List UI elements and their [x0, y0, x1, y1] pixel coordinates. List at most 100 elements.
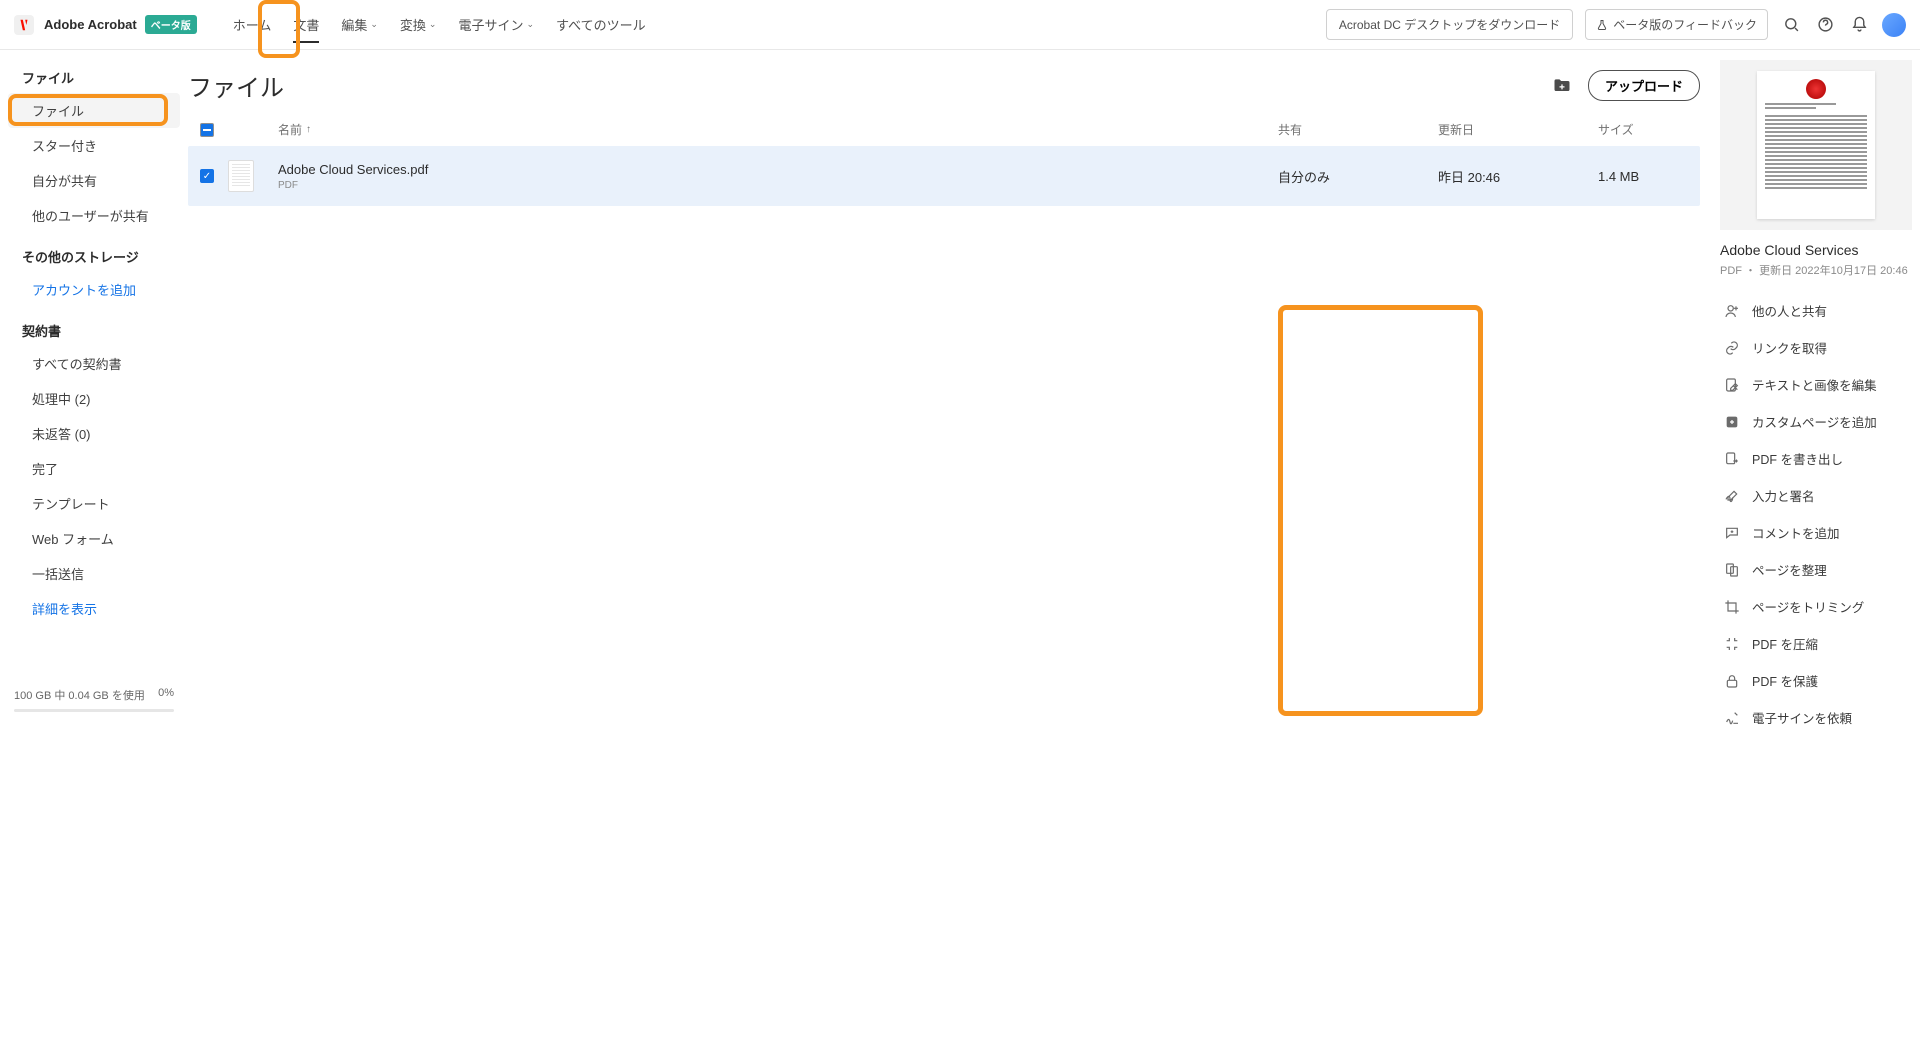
sidebar-section-files: ファイル: [0, 68, 188, 93]
app-name: Adobe Acrobat: [44, 17, 137, 32]
action-label: カスタムページを追加: [1752, 412, 1877, 431]
sidebar: ファイル ファイル スター付き 自分が共有 他のユーザーが共有 その他のストレー…: [0, 50, 188, 730]
crop-icon: [1724, 599, 1740, 615]
search-icon[interactable]: [1780, 14, 1802, 36]
tab-convert[interactable]: 変換⌄: [400, 0, 437, 49]
tab-convert-label: 変換: [400, 15, 426, 34]
tab-edit[interactable]: 編集⌄: [341, 0, 378, 49]
sidebar-section-other-storage: その他のストレージ: [0, 247, 188, 272]
bell-icon[interactable]: [1848, 14, 1870, 36]
tab-home[interactable]: ホーム: [233, 0, 272, 49]
action-add-custom-page[interactable]: カスタムページを追加: [1720, 403, 1914, 440]
file-date: 昨日 20:46: [1438, 167, 1598, 186]
action-fill-sign[interactable]: 入力と署名: [1720, 477, 1914, 514]
details-meta: PDF ・ 更新日 2022年10月17日 20:46: [1720, 262, 1914, 278]
tab-edit-label: 編集: [341, 15, 367, 34]
main-content: ファイル アップロード 名前 ↑ 共有 更新日 サイズ ✓: [188, 50, 1710, 730]
sidebar-item-waiting[interactable]: 未返答 (0): [0, 416, 188, 451]
action-add-comment[interactable]: コメントを追加: [1720, 514, 1914, 551]
select-all-checkbox[interactable]: [200, 123, 214, 137]
download-desktop-button[interactable]: Acrobat DC デスクトップをダウンロード: [1326, 9, 1573, 40]
action-label: PDF を書き出し: [1752, 449, 1843, 468]
sign-icon: [1724, 488, 1740, 504]
comment-icon: [1724, 525, 1740, 541]
action-get-link[interactable]: リンクを取得: [1720, 329, 1914, 366]
sidebar-item-shared-by-others[interactable]: 他のユーザーが共有: [0, 198, 188, 233]
sidebar-item-all-agreements[interactable]: すべての契約書: [0, 346, 188, 381]
lock-icon: [1724, 673, 1740, 689]
page-title: ファイル: [188, 68, 284, 103]
action-label: PDF を圧縮: [1752, 634, 1818, 653]
sidebar-item-starred[interactable]: スター付き: [0, 128, 188, 163]
sidebar-section-agreements: 契約書: [0, 321, 188, 346]
col-date[interactable]: 更新日: [1438, 121, 1598, 138]
action-label: 入力と署名: [1752, 486, 1815, 505]
file-name: Adobe Cloud Services.pdf: [278, 162, 1278, 177]
feedback-label: ベータ版のフィードバック: [1613, 16, 1757, 33]
tab-esign[interactable]: 電子サイン⌄: [458, 0, 534, 49]
sidebar-item-web-forms[interactable]: Web フォーム: [0, 521, 188, 556]
sidebar-item-templates[interactable]: テンプレート: [0, 486, 188, 521]
storage-bar: [14, 709, 174, 712]
file-table: 名前 ↑ 共有 更新日 サイズ ✓ Adobe Cloud Services.p…: [188, 113, 1700, 206]
export-icon: [1724, 451, 1740, 467]
sidebar-item-bulk-send[interactable]: 一括送信: [0, 556, 188, 591]
person-plus-icon: [1724, 303, 1740, 319]
sidebar-item-files[interactable]: ファイル: [8, 93, 180, 128]
action-organize-pages[interactable]: ページを整理: [1720, 551, 1914, 588]
file-thumbnail-icon: [228, 160, 254, 192]
beta-feedback-button[interactable]: ベータ版のフィードバック: [1585, 9, 1768, 40]
avatar[interactable]: [1882, 13, 1906, 37]
upload-button[interactable]: アップロード: [1588, 70, 1700, 101]
chevron-down-icon: ⌄: [526, 19, 534, 30]
col-name-label: 名前: [278, 121, 302, 138]
col-size[interactable]: サイズ: [1598, 121, 1688, 138]
help-icon[interactable]: [1814, 14, 1836, 36]
action-label: ページを整理: [1752, 560, 1827, 579]
beta-badge: ベータ版: [145, 15, 197, 34]
tab-all-tools[interactable]: すべてのツール: [556, 0, 646, 49]
action-label: 他の人と共有: [1752, 301, 1827, 320]
details-panel: Adobe Cloud Services PDF ・ 更新日 2022年10月1…: [1710, 50, 1920, 730]
new-folder-icon[interactable]: [1552, 76, 1572, 96]
nav-right: Acrobat DC デスクトップをダウンロード ベータ版のフィードバック: [1326, 9, 1906, 40]
action-edit-text-images[interactable]: テキストと画像を編集: [1720, 366, 1914, 403]
action-compress-pdf[interactable]: PDF を圧縮: [1720, 625, 1914, 662]
sidebar-item-completed[interactable]: 完了: [0, 451, 188, 486]
action-label: ページをトリミング: [1752, 597, 1864, 616]
action-label: リンクを取得: [1752, 338, 1827, 357]
link-icon: [1724, 340, 1740, 356]
storage-text: 100 GB 中 0.04 GB を使用: [14, 687, 145, 703]
row-checkbox[interactable]: ✓: [200, 169, 214, 183]
action-export-pdf[interactable]: PDF を書き出し: [1720, 440, 1914, 477]
top-nav: Adobe Acrobat ベータ版 ホーム 文書 編集⌄ 変換⌄ 電子サイン⌄…: [0, 0, 1920, 50]
col-name[interactable]: 名前 ↑: [278, 121, 1278, 138]
preview-thumbnail[interactable]: [1720, 60, 1912, 230]
edit-page-icon: [1724, 377, 1740, 393]
nav-tabs: ホーム 文書 編集⌄ 変換⌄ 電子サイン⌄ すべてのツール: [233, 0, 646, 49]
sidebar-item-add-account[interactable]: アカウントを追加: [0, 272, 188, 307]
file-type: PDF: [278, 180, 1278, 191]
storage-percent: 0%: [158, 687, 174, 703]
action-request-esign[interactable]: 電子サインを依頼: [1720, 699, 1914, 736]
sidebar-item-shared-by-me[interactable]: 自分が共有: [0, 163, 188, 198]
file-share: 自分のみ: [1278, 167, 1438, 186]
file-size: 1.4 MB: [1598, 169, 1688, 184]
details-actions: 他の人と共有 リンクを取得 テキストと画像を編集 カスタムページを追加 PDF …: [1720, 292, 1914, 736]
details-title: Adobe Cloud Services: [1720, 242, 1914, 258]
action-label: 電子サインを依頼: [1752, 708, 1852, 727]
col-share[interactable]: 共有: [1278, 121, 1438, 138]
request-sign-icon: [1724, 710, 1740, 726]
sidebar-item-in-progress[interactable]: 処理中 (2): [0, 381, 188, 416]
action-protect-pdf[interactable]: PDF を保護: [1720, 662, 1914, 699]
flask-icon: [1596, 19, 1608, 31]
add-page-icon: [1724, 414, 1740, 430]
action-crop-pages[interactable]: ページをトリミング: [1720, 588, 1914, 625]
sort-asc-icon: ↑: [306, 124, 311, 135]
sidebar-item-show-details[interactable]: 詳細を表示: [0, 591, 188, 626]
action-share[interactable]: 他の人と共有: [1720, 292, 1914, 329]
tab-esign-label: 電子サイン: [458, 15, 523, 34]
chevron-down-icon: ⌄: [429, 19, 437, 30]
table-row[interactable]: ✓ Adobe Cloud Services.pdf PDF 自分のみ 昨日 2…: [188, 146, 1700, 206]
tab-documents[interactable]: 文書: [293, 0, 319, 49]
